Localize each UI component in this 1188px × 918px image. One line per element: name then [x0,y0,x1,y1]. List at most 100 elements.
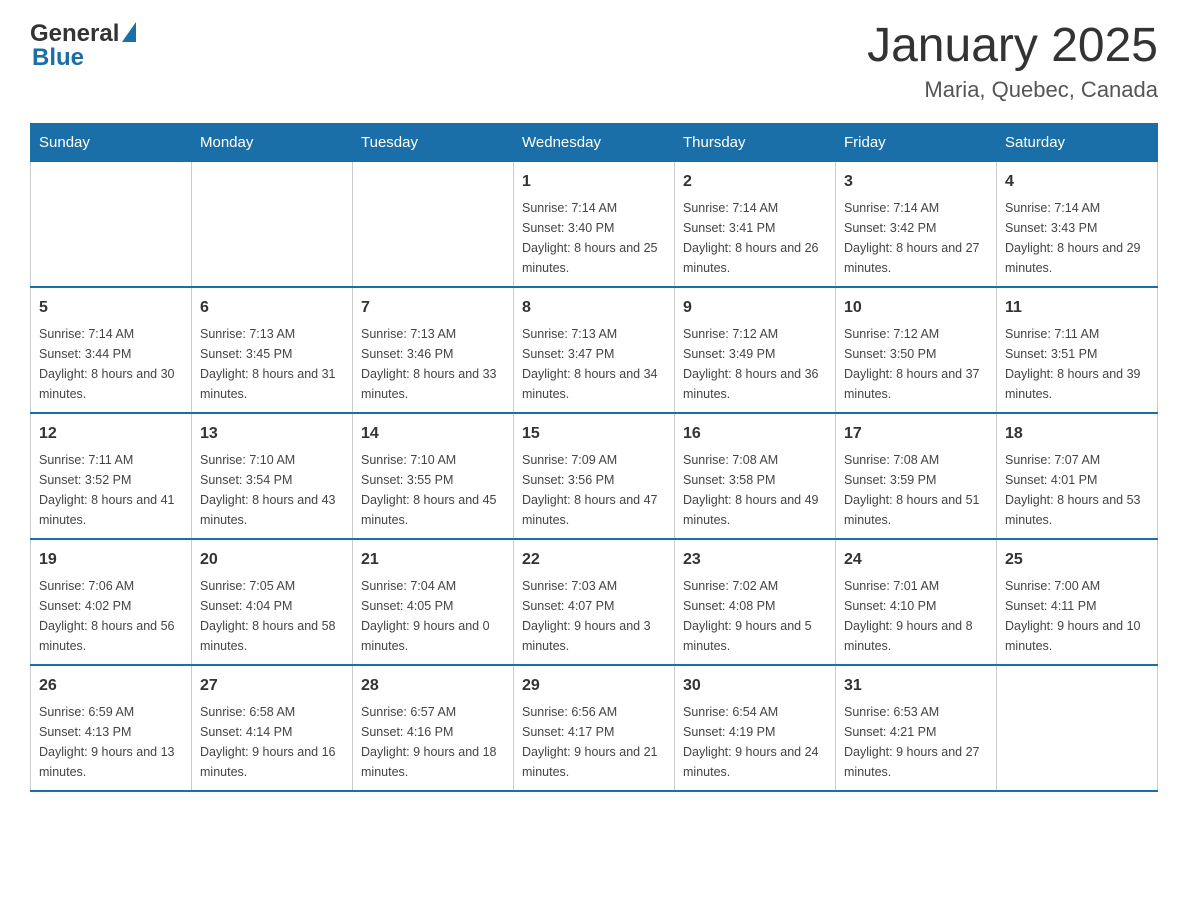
day-info: Sunrise: 7:13 AMSunset: 3:45 PMDaylight:… [200,324,344,404]
day-info: Sunrise: 7:14 AMSunset: 3:41 PMDaylight:… [683,198,827,278]
day-info: Sunrise: 7:06 AMSunset: 4:02 PMDaylight:… [39,576,183,656]
calendar-cell: 23Sunrise: 7:02 AMSunset: 4:08 PMDayligh… [675,539,836,665]
calendar-cell: 30Sunrise: 6:54 AMSunset: 4:19 PMDayligh… [675,665,836,791]
calendar-week-1: 1 Sunrise: 7:14 AMSunset: 3:40 PMDaylight… [31,161,1158,287]
day-number: 1 [522,170,666,194]
day-number: 6 [200,296,344,320]
day-number: 27 [200,674,344,698]
day-info: Sunrise: 7:07 AMSunset: 4:01 PMDaylight:… [1005,450,1149,530]
day-number: 28 [361,674,505,698]
day-info: Sunrise: 7:13 AMSunset: 3:46 PMDaylight:… [361,324,505,404]
calendar-cell: 27 Sunrise: 6:58 AMSunset: 4:14 PMDayligh… [192,665,353,791]
day-number: 2 [683,170,827,194]
logo: General Blue [30,20,136,72]
day-number: 20 [200,548,344,572]
title-block: January 2025 Maria, Quebec, Canada [867,20,1158,103]
calendar-cell: 15 Sunrise: 7:09 AMSunset: 3:56 PMDayligh… [514,413,675,539]
day-number: 31 [844,674,988,698]
day-number: 10 [844,296,988,320]
calendar-cell: 28 Sunrise: 6:57 AMSunset: 4:16 PMDayligh… [353,665,514,791]
day-number: 24 [844,548,988,572]
calendar-week-3: 12 Sunrise: 7:11 AMSunset: 3:52 PMDayligh… [31,413,1158,539]
day-info: Sunrise: 7:14 AMSunset: 3:43 PMDaylight:… [1005,198,1149,278]
calendar-table: SundayMondayTuesdayWednesdayThursdayFrid… [30,123,1158,792]
day-number: 12 [39,422,183,446]
day-number: 17 [844,422,988,446]
calendar-cell: 17 Sunrise: 7:08 AMSunset: 3:59 PMDayligh… [836,413,997,539]
day-header-sunday: Sunday [31,123,192,161]
calendar-cell: 14Sunrise: 7:10 AMSunset: 3:55 PMDayligh… [353,413,514,539]
calendar-week-5: 26 Sunrise: 6:59 AMSunset: 4:13 PMDayligh… [31,665,1158,791]
day-number: 18 [1005,422,1149,446]
day-info: Sunrise: 6:59 AMSunset: 4:13 PMDaylight:… [39,702,183,782]
calendar-cell: 16Sunrise: 7:08 AMSunset: 3:58 PMDayligh… [675,413,836,539]
day-header-wednesday: Wednesday [514,123,675,161]
day-number: 26 [39,674,183,698]
calendar-cell: 25 Sunrise: 7:00 AMSunset: 4:11 PMDayligh… [997,539,1158,665]
day-number: 15 [522,422,666,446]
day-number: 4 [1005,170,1149,194]
day-number: 30 [683,674,827,698]
day-info: Sunrise: 7:11 AMSunset: 3:51 PMDaylight:… [1005,324,1149,404]
day-info: Sunrise: 7:03 AMSunset: 4:07 PMDaylight:… [522,576,666,656]
day-number: 21 [361,548,505,572]
day-header-tuesday: Tuesday [353,123,514,161]
logo-blue-text: Blue [32,44,84,72]
calendar-cell: 3 Sunrise: 7:14 AMSunset: 3:42 PMDaylight… [836,161,997,287]
calendar-cell: 7 Sunrise: 7:13 AMSunset: 3:46 PMDaylight… [353,287,514,413]
calendar-cell: 9Sunrise: 7:12 AMSunset: 3:49 PMDaylight… [675,287,836,413]
calendar-cell: 8 Sunrise: 7:13 AMSunset: 3:47 PMDaylight… [514,287,675,413]
day-number: 5 [39,296,183,320]
page-header: General Blue January 2025 Maria, Quebec,… [30,20,1158,103]
day-info: Sunrise: 7:08 AMSunset: 3:59 PMDaylight:… [844,450,988,530]
calendar-cell: 5 Sunrise: 7:14 AMSunset: 3:44 PMDaylight… [31,287,192,413]
calendar-week-2: 5 Sunrise: 7:14 AMSunset: 3:44 PMDaylight… [31,287,1158,413]
calendar-cell: 2 Sunrise: 7:14 AMSunset: 3:41 PMDaylight… [675,161,836,287]
day-info: Sunrise: 7:00 AMSunset: 4:11 PMDaylight:… [1005,576,1149,656]
day-number: 23 [683,548,827,572]
day-info: Sunrise: 6:53 AMSunset: 4:21 PMDaylight:… [844,702,988,782]
day-info: Sunrise: 7:09 AMSunset: 3:56 PMDaylight:… [522,450,666,530]
day-number: 19 [39,548,183,572]
day-info: Sunrise: 7:14 AMSunset: 3:40 PMDaylight:… [522,198,666,278]
day-info: Sunrise: 7:13 AMSunset: 3:47 PMDaylight:… [522,324,666,404]
calendar-cell: 22Sunrise: 7:03 AMSunset: 4:07 PMDayligh… [514,539,675,665]
calendar-cell: 29Sunrise: 6:56 AMSunset: 4:17 PMDayligh… [514,665,675,791]
day-info: Sunrise: 7:14 AMSunset: 3:42 PMDaylight:… [844,198,988,278]
calendar-cell: 18 Sunrise: 7:07 AMSunset: 4:01 PMDayligh… [997,413,1158,539]
day-info: Sunrise: 7:08 AMSunset: 3:58 PMDaylight:… [683,450,827,530]
day-number: 3 [844,170,988,194]
calendar-cell: 6 Sunrise: 7:13 AMSunset: 3:45 PMDaylight… [192,287,353,413]
calendar-cell: 21Sunrise: 7:04 AMSunset: 4:05 PMDayligh… [353,539,514,665]
day-number: 25 [1005,548,1149,572]
calendar-cell: 10Sunrise: 7:12 AMSunset: 3:50 PMDayligh… [836,287,997,413]
day-number: 7 [361,296,505,320]
day-number: 13 [200,422,344,446]
calendar-body: 1 Sunrise: 7:14 AMSunset: 3:40 PMDaylight… [31,161,1158,791]
day-number: 8 [522,296,666,320]
calendar-cell: 4 Sunrise: 7:14 AMSunset: 3:43 PMDaylight… [997,161,1158,287]
page-title: January 2025 [867,20,1158,73]
day-number: 11 [1005,296,1149,320]
day-header-saturday: Saturday [997,123,1158,161]
calendar-cell [192,161,353,287]
day-header-friday: Friday [836,123,997,161]
calendar-header: SundayMondayTuesdayWednesdayThursdayFrid… [31,123,1158,161]
day-header-row: SundayMondayTuesdayWednesdayThursdayFrid… [31,123,1158,161]
calendar-cell: 19 Sunrise: 7:06 AMSunset: 4:02 PMDayligh… [31,539,192,665]
calendar-cell: 13Sunrise: 7:10 AMSunset: 3:54 PMDayligh… [192,413,353,539]
day-info: Sunrise: 7:14 AMSunset: 3:44 PMDaylight:… [39,324,183,404]
day-header-monday: Monday [192,123,353,161]
calendar-cell: 12 Sunrise: 7:11 AMSunset: 3:52 PMDayligh… [31,413,192,539]
calendar-cell: 31 Sunrise: 6:53 AMSunset: 4:21 PMDayligh… [836,665,997,791]
day-info: Sunrise: 6:57 AMSunset: 4:16 PMDaylight:… [361,702,505,782]
calendar-cell [31,161,192,287]
day-info: Sunrise: 6:58 AMSunset: 4:14 PMDaylight:… [200,702,344,782]
day-info: Sunrise: 7:12 AMSunset: 3:49 PMDaylight:… [683,324,827,404]
day-header-thursday: Thursday [675,123,836,161]
day-info: Sunrise: 7:11 AMSunset: 3:52 PMDaylight:… [39,450,183,530]
calendar-cell: 26 Sunrise: 6:59 AMSunset: 4:13 PMDayligh… [31,665,192,791]
calendar-cell: 24Sunrise: 7:01 AMSunset: 4:10 PMDayligh… [836,539,997,665]
calendar-week-4: 19 Sunrise: 7:06 AMSunset: 4:02 PMDayligh… [31,539,1158,665]
day-info: Sunrise: 6:56 AMSunset: 4:17 PMDaylight:… [522,702,666,782]
